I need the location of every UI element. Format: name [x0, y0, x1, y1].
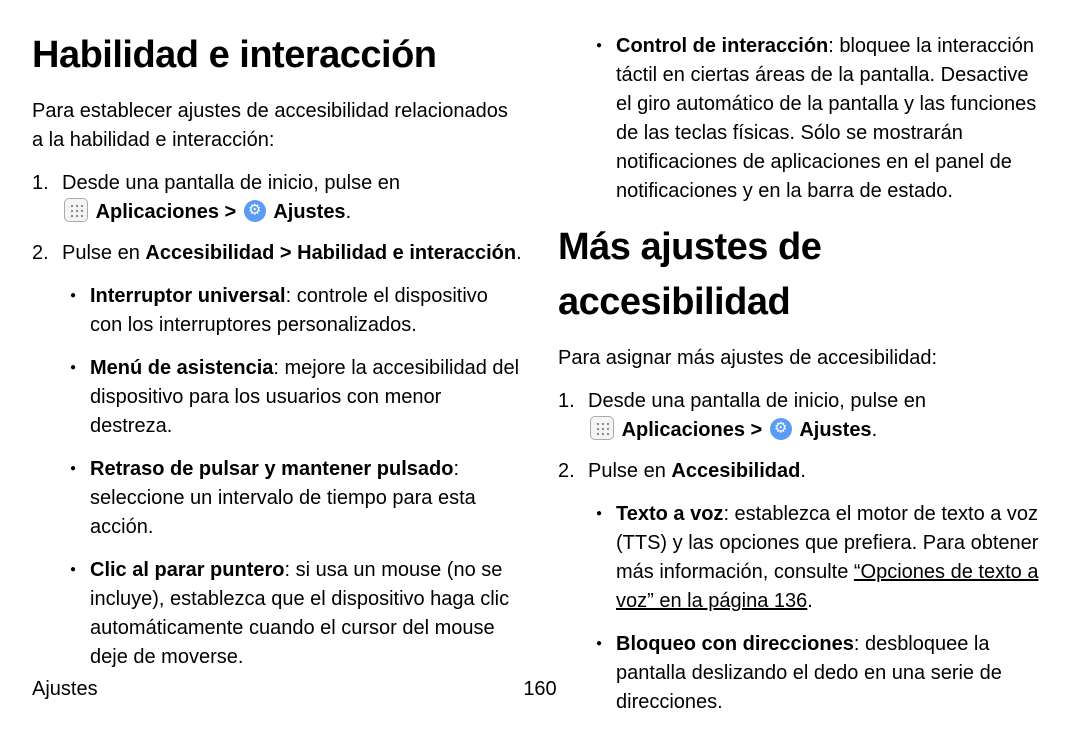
tts-desc-end: .	[807, 590, 813, 612]
touch-hold-title: Retraso de pulsar y mantener pulsado	[90, 458, 453, 480]
separator: >	[745, 419, 768, 441]
separator: >	[219, 201, 242, 223]
settings-label: Ajustes	[799, 419, 871, 441]
apps-label: Aplicaciones	[622, 419, 745, 441]
step-1: Desde una pantalla de inicio, pulse en A…	[32, 169, 522, 227]
steps-dexterity: Desde una pantalla de inicio, pulse en A…	[32, 169, 522, 672]
interaction-control-list: Control de interacción: bloquee la inter…	[558, 32, 1048, 206]
footer-page-number: 160	[523, 675, 556, 704]
intro-dexterity: Para establecer ajustes de accesibilidad…	[32, 97, 522, 155]
apps-icon	[590, 416, 614, 440]
step-1-text: Desde una pantalla de inicio, pulse en	[588, 390, 926, 412]
step-2-a: Pulse en	[588, 460, 671, 482]
list-item: Control de interacción: bloquee la inter…	[616, 32, 1048, 206]
assistant-menu-title: Menú de asistencia	[90, 357, 273, 379]
dot: .	[346, 201, 352, 223]
heading-more-accessibility: Más ajustes de accesibilidad	[558, 220, 1048, 330]
apps-label: Aplicaciones	[96, 201, 219, 223]
step-2-a: Pulse en	[62, 242, 145, 264]
gear-icon	[770, 418, 792, 440]
click-pointer-title: Clic al parar puntero	[90, 559, 285, 581]
list-item: Bloqueo con direcciones: desbloquee la p…	[616, 630, 1048, 717]
step-1: Desde una pantalla de inicio, pulse en A…	[558, 387, 1048, 445]
step-2-c: .	[800, 460, 806, 482]
list-item: Clic al parar puntero: si usa un mouse (…	[90, 556, 522, 672]
heading-dexterity: Habilidad e interacción	[32, 28, 522, 83]
gear-icon	[244, 200, 266, 222]
steps-more: Desde una pantalla de inicio, pulse en A…	[558, 387, 1048, 717]
settings-label: Ajustes	[273, 201, 345, 223]
more-options: Texto a voz: establezca el motor de text…	[588, 500, 1048, 717]
footer-section: Ajustes	[32, 675, 98, 704]
list-item: Retraso de pulsar y mantener pulsado: se…	[90, 455, 522, 542]
apps-icon	[64, 198, 88, 222]
right-column: Control de interacción: bloquee la inter…	[540, 28, 1048, 731]
step-2-c: .	[516, 242, 522, 264]
step-1-text: Desde una pantalla de inicio, pulse en	[62, 172, 400, 194]
page: Habilidad e interacción Para establecer …	[0, 0, 1080, 739]
step-2: Pulse en Accesibilidad > Habilidad e int…	[32, 239, 522, 672]
list-item: Menú de asistencia: mejore la accesibili…	[90, 354, 522, 441]
dot: .	[872, 419, 878, 441]
direction-lock-title: Bloqueo con direcciones	[616, 633, 854, 655]
list-item: Texto a voz: establezca el motor de text…	[616, 500, 1048, 616]
intro-more: Para asignar más ajustes de accesibilida…	[558, 344, 1048, 373]
step-2-b: Accesibilidad > Habilidad e interacción	[145, 242, 516, 264]
step-2-b: Accesibilidad	[671, 460, 800, 482]
list-item: Interruptor universal: controle el dispo…	[90, 282, 522, 340]
dexterity-options: Interruptor universal: controle el dispo…	[62, 282, 522, 672]
left-column: Habilidad e interacción Para establecer …	[32, 28, 540, 731]
interaction-control-desc: : bloquee la interacción táctil en ciert…	[616, 35, 1036, 202]
tts-title: Texto a voz	[616, 503, 723, 525]
interaction-control-title: Control de interacción	[616, 35, 828, 57]
step-2: Pulse en Accesibilidad. Texto a voz: est…	[558, 457, 1048, 717]
universal-switch-title: Interruptor universal	[90, 285, 286, 307]
